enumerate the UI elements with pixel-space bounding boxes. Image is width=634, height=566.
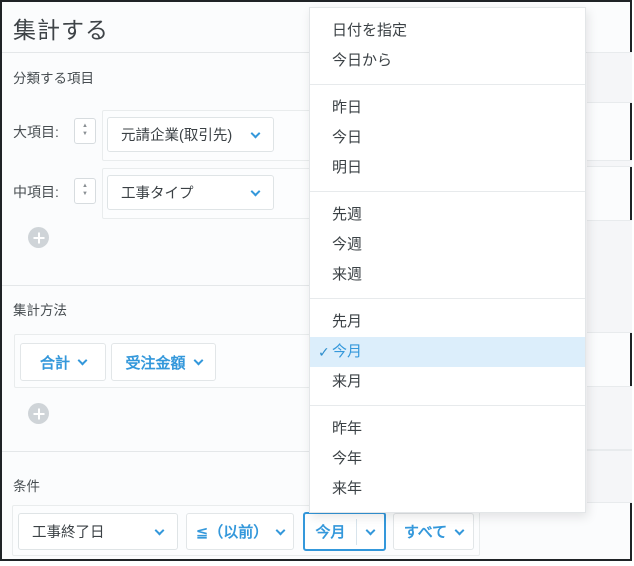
background-row <box>587 160 632 167</box>
condition-period-value: 今月 <box>315 524 346 541</box>
spinner-up-icon[interactable]: ▲ <box>82 123 88 131</box>
condition-period-dropdown[interactable]: 今月 <box>303 512 386 551</box>
chevron-down-icon <box>250 186 261 196</box>
chevron-down-icon <box>154 525 165 535</box>
menu-divider <box>310 84 585 85</box>
plus-icon <box>37 232 40 243</box>
method-function-dropdown[interactable]: 合計 <box>20 343 106 381</box>
plus-icon <box>37 408 40 419</box>
period-menu-list: 日付を指定 今日から 昨日 今日 明日 先週 今週 来週 先月 ✓ 今月 来月 … <box>310 8 585 512</box>
middle-item-label: 中項目: <box>13 184 59 200</box>
add-classify-item-button[interactable] <box>28 227 49 248</box>
period-dropdown-menu: 日付を指定 今日から 昨日 今日 明日 先週 今週 来週 先月 ✓ 今月 来月 … <box>309 7 586 513</box>
large-item-reorder-stepper[interactable]: ▲ ▼ <box>74 118 96 144</box>
chevron-down-icon <box>250 128 261 138</box>
menu-item-this-month[interactable]: ✓ 今月 <box>310 337 585 367</box>
background-row <box>587 450 632 503</box>
menu-item-from-today[interactable]: 今日から <box>310 46 585 76</box>
method-section-label: 集計方法 <box>13 303 67 318</box>
middle-item-value: 工事タイプ <box>121 186 194 202</box>
page-title: 集計する <box>13 17 109 43</box>
menu-item-this-week[interactable]: 今週 <box>310 230 585 260</box>
chevron-down-icon <box>275 525 286 535</box>
menu-divider <box>310 405 585 406</box>
chevron-down-icon <box>454 525 465 535</box>
menu-item-last-week[interactable]: 先週 <box>310 200 585 230</box>
check-icon: ✓ <box>318 344 330 360</box>
menu-item-this-year[interactable]: 今年 <box>310 444 585 474</box>
menu-item-next-month[interactable]: 来月 <box>310 367 585 397</box>
menu-item-next-week[interactable]: 来週 <box>310 260 585 290</box>
condition-field-value: 工事終了日 <box>32 525 105 541</box>
condition-operator-dropdown[interactable]: ≦（以前） <box>186 513 294 550</box>
condition-scope-value: すべて <box>403 524 448 541</box>
middle-item-select[interactable]: 工事タイプ <box>107 175 274 210</box>
condition-section-label: 条件 <box>13 479 40 494</box>
large-item-value: 元請企業(取引先) <box>121 128 233 144</box>
method-field-value: 受注金額 <box>125 354 186 372</box>
menu-divider <box>310 298 585 299</box>
menu-item-today[interactable]: 今日 <box>310 123 585 153</box>
add-method-button[interactable] <box>28 403 49 424</box>
chevron-down-icon <box>193 355 203 366</box>
condition-scope-dropdown[interactable]: すべて <box>393 513 474 550</box>
menu-item-last-year[interactable]: 昨年 <box>310 414 585 444</box>
menu-item-next-year[interactable]: 来年 <box>310 474 585 504</box>
spinner-down-icon[interactable]: ▼ <box>82 191 88 199</box>
aggregate-settings-page: 集計する 分類する項目 大項目: ▲ ▼ 元請企業(取引先) 中項目: ▲ ▼ … <box>0 0 634 566</box>
background-row <box>587 220 632 333</box>
spinner-down-icon[interactable]: ▼ <box>82 131 88 139</box>
condition-field-select[interactable]: 工事終了日 <box>18 513 178 550</box>
middle-item-reorder-stepper[interactable]: ▲ ▼ <box>74 178 96 204</box>
button-separator <box>355 518 357 545</box>
menu-item-specify-date[interactable]: 日付を指定 <box>310 16 585 46</box>
method-field-dropdown[interactable]: 受注金額 <box>111 343 216 381</box>
spinner-up-icon[interactable]: ▲ <box>82 183 88 191</box>
condition-operator-value: ≦（以前） <box>195 524 269 541</box>
menu-divider <box>310 191 585 192</box>
chevron-down-icon <box>77 355 88 366</box>
large-item-label: 大項目: <box>13 124 59 140</box>
menu-item-yesterday[interactable]: 昨日 <box>310 93 585 123</box>
background-row <box>587 52 632 103</box>
method-function-value: 合計 <box>39 354 70 372</box>
large-item-select[interactable]: 元請企業(取引先) <box>107 117 274 152</box>
chevron-down-icon <box>365 525 375 535</box>
menu-item-tomorrow[interactable]: 明日 <box>310 153 585 183</box>
menu-item-last-month[interactable]: 先月 <box>310 307 585 337</box>
menu-item-this-month-label: 今月 <box>332 343 363 360</box>
classify-section-label: 分類する項目 <box>13 71 94 86</box>
background-row <box>587 386 632 450</box>
